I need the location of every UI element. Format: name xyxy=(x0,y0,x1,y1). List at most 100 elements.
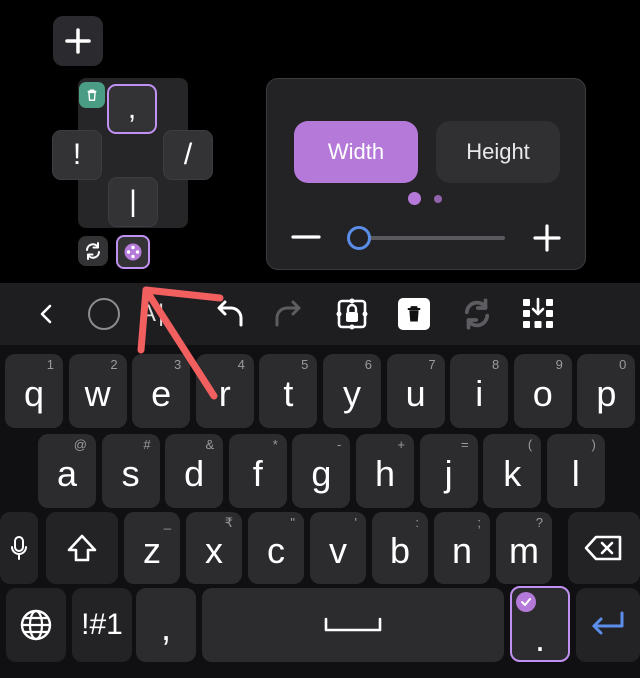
key-q[interactable]: q1 xyxy=(5,354,63,428)
symbols-key-label: !#1 xyxy=(81,608,123,641)
key-hint: 2 xyxy=(110,357,118,372)
key-hint: * xyxy=(272,437,278,452)
key-hint: @ xyxy=(73,437,87,452)
backspace-icon xyxy=(584,535,622,561)
shift-key[interactable] xyxy=(46,512,118,584)
key-t[interactable]: t5 xyxy=(259,354,318,428)
key-label: b xyxy=(389,530,411,571)
key-d[interactable]: d & xyxy=(165,434,224,508)
cluster-key-right-label: / xyxy=(183,138,193,171)
toolbar: A| xyxy=(0,283,640,345)
mic-key[interactable] xyxy=(0,512,38,584)
key-hint: 3 xyxy=(173,357,182,372)
toolbar-text-item[interactable]: A| xyxy=(140,283,200,345)
chevron-left-icon xyxy=(40,304,52,324)
key-u[interactable]: u7 xyxy=(386,354,445,428)
key-k[interactable]: k( xyxy=(483,434,542,508)
delete-button[interactable] xyxy=(392,283,436,345)
comma-key[interactable]: , xyxy=(136,588,196,662)
key-hint: # xyxy=(143,437,151,452)
key-f[interactable]: f * xyxy=(228,434,287,508)
refresh-icon xyxy=(464,298,490,330)
redo-button[interactable] xyxy=(268,283,312,345)
key-v[interactable]: v ' xyxy=(310,512,366,584)
key-j[interactable]: j = xyxy=(419,434,478,508)
move-cluster-button[interactable] xyxy=(116,235,150,269)
key-h[interactable]: h + xyxy=(356,434,414,508)
key-hint: ₹ xyxy=(224,515,233,530)
key-label: c xyxy=(267,530,285,571)
cluster-key-left-label: ! xyxy=(72,138,82,171)
undo-button[interactable] xyxy=(206,283,250,345)
key-r[interactable]: r4 xyxy=(195,354,254,428)
plus-icon[interactable] xyxy=(533,224,561,252)
lock-button[interactable] xyxy=(330,283,374,345)
height-tab[interactable]: Height xyxy=(436,121,560,183)
key-hint: & xyxy=(205,437,215,452)
key-label: x xyxy=(205,530,223,571)
key-label: h xyxy=(374,453,396,494)
key-y[interactable]: y6 xyxy=(323,354,381,428)
undo-icon xyxy=(217,300,243,327)
period-key[interactable]: . xyxy=(510,586,570,662)
check-badge-icon xyxy=(516,592,536,612)
key-hint: = xyxy=(461,437,469,452)
key-c[interactable]: c " xyxy=(248,512,304,584)
reset-cluster-button[interactable] xyxy=(78,236,108,266)
key-s[interactable]: s # xyxy=(101,434,160,508)
key-i[interactable]: i8 xyxy=(450,354,509,428)
enter-icon xyxy=(592,611,624,635)
slider-thumb[interactable] xyxy=(347,226,371,250)
key-hint: 0 xyxy=(619,357,627,372)
key-a[interactable]: a @ xyxy=(38,434,96,508)
toolbar-circle-button[interactable] xyxy=(84,283,124,345)
toolbar-back-button[interactable] xyxy=(28,283,64,345)
cluster-key-left[interactable]: ! xyxy=(52,130,102,180)
key-x[interactable]: x ₹ xyxy=(186,512,242,584)
cluster-key-top[interactable]: , xyxy=(107,84,157,134)
key-label: f xyxy=(252,453,263,494)
key-n[interactable]: n; xyxy=(434,512,490,584)
key-m[interactable]: m? xyxy=(496,512,552,584)
key-hint: " xyxy=(290,515,295,530)
key-label: l xyxy=(571,453,580,494)
key-w[interactable]: w2 xyxy=(68,354,127,428)
key-o[interactable]: o9 xyxy=(513,354,572,428)
cluster-key-bottom[interactable]: | xyxy=(108,177,158,227)
key-l[interactable]: l) xyxy=(546,434,605,508)
key-label: q xyxy=(23,373,45,414)
size-panel: Width Height xyxy=(266,78,586,270)
key-hint: _ xyxy=(163,515,171,530)
key-hint: ' xyxy=(354,515,357,530)
refresh-icon xyxy=(86,242,100,260)
add-button[interactable] xyxy=(53,16,103,66)
symbols-key[interactable]: !#1 xyxy=(72,588,132,662)
space-key[interactable] xyxy=(202,588,504,662)
delete-key-button[interactable] xyxy=(79,82,105,108)
space-icon xyxy=(324,617,382,632)
backspace-key[interactable] xyxy=(568,512,640,584)
globe-key[interactable] xyxy=(6,588,66,662)
enter-key[interactable] xyxy=(576,588,640,662)
cluster-key-right[interactable]: / xyxy=(163,130,213,180)
key-b[interactable]: b: xyxy=(372,512,428,584)
key-label: r xyxy=(218,373,231,414)
circle-icon xyxy=(88,298,120,330)
key-label: j xyxy=(444,453,453,494)
grid-download-icon xyxy=(523,297,553,328)
key-e[interactable]: e3 xyxy=(132,354,191,428)
key-g[interactable]: g- xyxy=(292,434,351,508)
minus-icon[interactable] xyxy=(291,227,321,247)
redo-icon xyxy=(275,300,301,327)
key-hint: 5 xyxy=(301,357,309,372)
key-hint: ( xyxy=(527,437,533,452)
globe-icon xyxy=(20,609,52,641)
key-label: p xyxy=(596,373,617,414)
key-hint: 7 xyxy=(428,357,436,372)
key-z[interactable]: z _ xyxy=(124,512,180,584)
key-label: k xyxy=(503,453,522,494)
key-p[interactable]: p0 xyxy=(577,354,636,428)
width-tab[interactable]: Width xyxy=(294,121,418,183)
layout-button[interactable] xyxy=(516,283,560,345)
sync-button[interactable] xyxy=(455,283,499,345)
